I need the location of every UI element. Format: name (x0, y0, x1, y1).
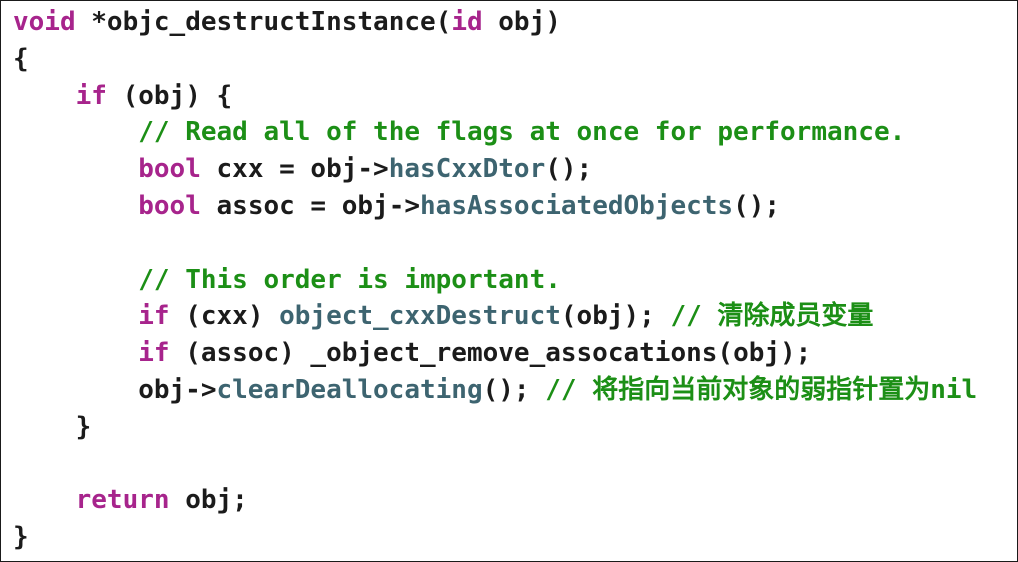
code-token-code-text (13, 117, 138, 147)
code-token-code-text: obj) (482, 7, 561, 37)
code-editor-panel: void *objc_destructInstance(id obj){ if … (0, 0, 1018, 562)
code-line: return obj; (13, 482, 977, 519)
code-token-keyword: bool (138, 154, 201, 185)
code-line: void *objc_destructInstance(id obj) (13, 4, 977, 41)
code-line: { (13, 41, 977, 78)
code-token-code-text: *objc_destructInstance( (75, 7, 452, 37)
code-token-comment: // 将指向当前对象的弱指针置为nil (545, 374, 978, 405)
code-token-code-text (13, 81, 76, 111)
code-token-code-text: (obj) { (106, 80, 233, 111)
code-token-code-text (13, 485, 76, 515)
code-token-comment: // This order is important. (138, 264, 561, 295)
code-token-function-name: object_cxxDestruct (279, 301, 561, 332)
code-token-code-text: (assoc) _object_remove_assocations(obj); (169, 338, 812, 369)
code-line: } (13, 519, 977, 556)
code-token-code-text: (obj); (560, 301, 671, 332)
code-token-comment: // 清除成员变量 (670, 301, 874, 332)
code-token-code-text: (cxx) (169, 301, 280, 332)
code-body: void *objc_destructInstance(id obj){ if … (13, 4, 977, 556)
code-line: // Read all of the flags at once for per… (13, 114, 977, 151)
code-line: bool assoc = obj->hasAssociatedObjects()… (13, 188, 977, 225)
code-line: if (assoc) _object_remove_assocations(ob… (13, 335, 977, 372)
code-token-keyword: bool (138, 190, 201, 221)
code-line: // This order is important. (13, 262, 977, 299)
code-token-comment: // Read all of the flags at once for per… (138, 117, 906, 148)
code-token-code-text (13, 154, 138, 184)
code-token-keyword: void (13, 7, 76, 37)
code-token-code-text: obj-> (13, 374, 217, 405)
code-token-keyword: if (138, 301, 170, 332)
code-token-keyword: return (75, 485, 170, 516)
code-line: if (cxx) object_cxxDestruct(obj); // 清除成… (13, 298, 977, 335)
code-line: } (13, 409, 977, 446)
code-token-code-text: } (13, 522, 29, 553)
code-token-keyword: if (75, 80, 107, 111)
code-token-code-text: (); (482, 374, 546, 405)
code-token-keyword: if (138, 338, 170, 369)
code-line: bool cxx = obj->hasCxxDtor(); (13, 151, 977, 188)
code-token-function-name: clearDeallocating (216, 374, 483, 405)
code-token-keyword: id (451, 7, 483, 37)
code-token-code-text: (); (733, 190, 781, 221)
code-line: if (obj) { (13, 78, 977, 115)
code-token-function-name: hasAssociatedObjects (420, 190, 734, 221)
code-token-code-text: } (13, 411, 92, 442)
code-token-code-text: (); (545, 154, 593, 185)
code-token-code-text: { (13, 43, 29, 74)
code-token-code-text: obj; (169, 485, 248, 516)
code-token-function-name: hasCxxDtor (388, 154, 546, 185)
code-token-code-text: assoc = obj-> (200, 190, 421, 221)
code-token-code-text (13, 265, 138, 295)
code-token-code-text (13, 338, 138, 368)
code-token-code-text: cxx = obj-> (200, 154, 389, 185)
code-token-code-text (13, 191, 138, 221)
code-line: obj->clearDeallocating(); // 将指向当前对象的弱指针… (13, 372, 977, 409)
code-token-code-text (13, 301, 138, 331)
